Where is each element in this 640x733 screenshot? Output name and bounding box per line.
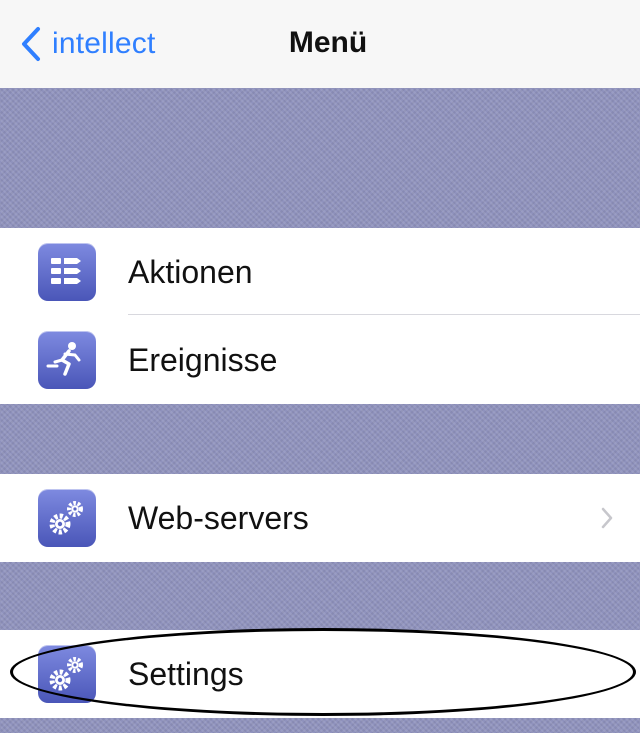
navigation-bar: intellect Menü: [0, 0, 640, 88]
section-footer-spacer: [0, 718, 640, 733]
chevron-right-icon: [601, 507, 613, 529]
menu-item-settings[interactable]: Settings: [0, 630, 640, 718]
actions-list-icon: [38, 243, 96, 301]
gears-icon: [38, 645, 96, 703]
section-header-spacer: [0, 404, 640, 474]
section-header-spacer: [0, 562, 640, 630]
menu-item-label: Web-servers: [128, 499, 309, 536]
menu-item-label: Settings: [128, 655, 244, 692]
menu-item-label: Aktionen: [128, 253, 253, 290]
menu-item-ereignisse[interactable]: Ereignisse: [0, 316, 640, 404]
gears-icon: [38, 489, 96, 547]
menu-item-label: Ereignisse: [128, 341, 278, 378]
page-title: Menü: [288, 26, 368, 59]
section-header-spacer: [0, 88, 640, 228]
row-separator: [128, 314, 640, 315]
running-person-icon: [38, 331, 96, 389]
menu-item-aktionen[interactable]: Aktionen: [0, 229, 640, 315]
menu-item-web-servers[interactable]: Web-servers: [0, 474, 640, 562]
